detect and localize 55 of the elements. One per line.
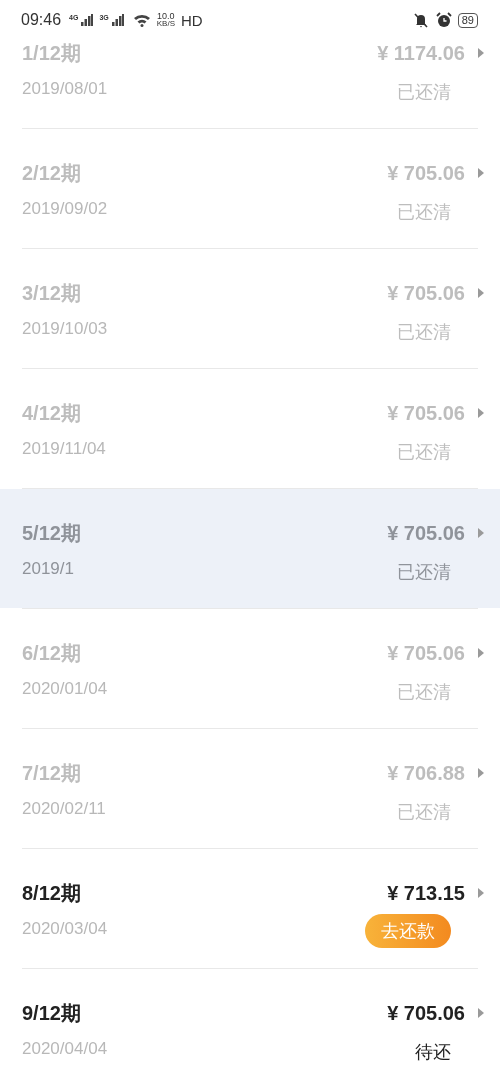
status-label: 已还清 bbox=[397, 681, 451, 703]
period-label: 1/12期 bbox=[22, 41, 82, 65]
due-date: 2020/02/11 bbox=[22, 799, 106, 819]
chevron-right-icon bbox=[477, 47, 485, 59]
amount: ¥ 706.88 bbox=[387, 761, 465, 785]
signal-icon bbox=[81, 14, 94, 26]
battery-level: 89 bbox=[457, 12, 478, 28]
amount: ¥ 705.06 bbox=[387, 641, 465, 665]
amount: ¥ 705.06 bbox=[387, 281, 465, 305]
period-label: 7/12期 bbox=[22, 761, 82, 785]
chevron-right-icon bbox=[477, 767, 485, 779]
repay-button[interactable]: 去还款 bbox=[365, 914, 451, 948]
period-label: 6/12期 bbox=[22, 641, 82, 665]
period-label: 3/12期 bbox=[22, 281, 82, 305]
chevron-right-icon bbox=[477, 887, 485, 899]
status-label: 已还清 bbox=[397, 201, 451, 223]
period-label: 9/12期 bbox=[22, 1001, 82, 1025]
alarm-clock-icon bbox=[435, 12, 452, 28]
chevron-right-icon bbox=[477, 527, 485, 539]
period-label: 2/12期 bbox=[22, 161, 82, 185]
due-date: 2020/03/04 bbox=[22, 919, 108, 939]
clock-time: 09:46 bbox=[21, 11, 62, 29]
period-label: 5/12期 bbox=[22, 521, 81, 545]
chevron-right-icon bbox=[477, 647, 485, 659]
status-label: 已还清 bbox=[397, 441, 451, 463]
amount: ¥ 705.06 bbox=[387, 1001, 465, 1025]
due-date: 2019/09/02 bbox=[22, 199, 108, 219]
due-date: 2019/08/01 bbox=[22, 79, 108, 99]
amount: ¥ 713.15 bbox=[387, 881, 465, 905]
muted-bell-icon bbox=[411, 12, 430, 28]
chevron-right-icon bbox=[477, 167, 485, 179]
amount: ¥ 705.06 bbox=[387, 521, 465, 545]
due-date: 2020/04/04 bbox=[22, 1039, 108, 1059]
due-date: 2019/1 bbox=[22, 559, 75, 579]
due-date: 2019/10/03 bbox=[22, 319, 108, 339]
signal-icon bbox=[111, 14, 124, 26]
status-label: 已还清 bbox=[397, 561, 451, 583]
speed-unit: KB/S bbox=[156, 20, 175, 28]
amount: ¥ 705.06 bbox=[387, 401, 465, 425]
chevron-right-icon bbox=[477, 287, 485, 299]
due-date: 2019/11/04 bbox=[22, 439, 106, 459]
status-label: 已还清 bbox=[397, 321, 451, 343]
status-label: 已还清 bbox=[397, 81, 451, 103]
due-date: 2020/01/04 bbox=[22, 679, 108, 699]
period-label: 4/12期 bbox=[22, 401, 82, 425]
speed-value: 10.0 bbox=[157, 12, 175, 20]
amount: ¥ 1174.06 bbox=[377, 41, 465, 65]
status-label: 已还清 bbox=[397, 801, 451, 823]
amount: ¥ 705.06 bbox=[387, 161, 465, 185]
chevron-right-icon bbox=[477, 407, 485, 419]
status-label: 待还 bbox=[415, 1041, 451, 1063]
wifi-icon bbox=[132, 13, 151, 27]
chevron-right-icon bbox=[477, 1007, 485, 1019]
hd-label: HD bbox=[180, 11, 203, 29]
period-label: 8/12期 bbox=[22, 881, 82, 905]
